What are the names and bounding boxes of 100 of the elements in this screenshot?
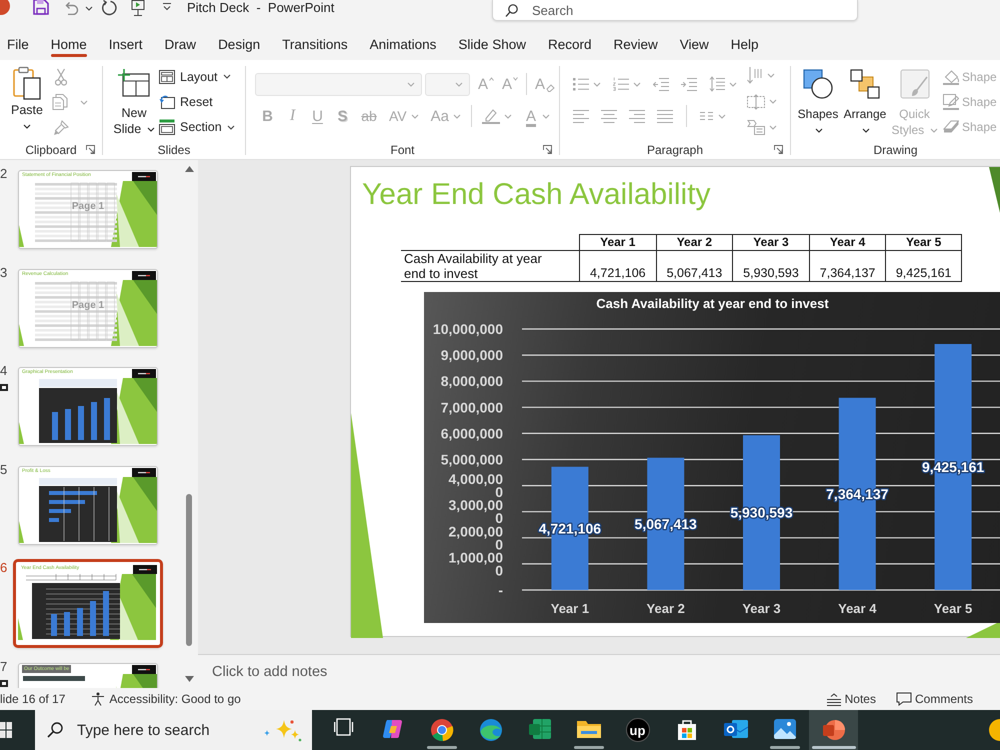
taskbar-app-button[interactable]: up bbox=[613, 710, 662, 750]
screen-play-icon[interactable] bbox=[131, 0, 145, 16]
table-cell: 9,425,161 bbox=[885, 251, 962, 282]
axis-label: - bbox=[498, 582, 503, 598]
arrange-button[interactable]: Arrange bbox=[842, 66, 888, 140]
comments-button[interactable]: Comments bbox=[896, 692, 973, 706]
notes-field[interactable]: Click to add notes bbox=[198, 654, 1000, 688]
new-slide-button[interactable]: New Slide bbox=[113, 66, 155, 140]
slide-counter: lide 16 of 17 bbox=[0, 692, 66, 706]
chevron-down-icon bbox=[769, 124, 777, 130]
align-center-icon bbox=[601, 108, 617, 124]
sun-icon bbox=[988, 719, 1000, 741]
chevron-down-icon bbox=[718, 114, 726, 118]
ribbon-tab[interactable]: Slide Show bbox=[447, 28, 537, 60]
numbering-icon bbox=[613, 77, 629, 91]
chevron-down-icon bbox=[85, 6, 93, 10]
eraser-icon bbox=[546, 84, 556, 92]
paint-bucket-icon bbox=[943, 68, 959, 85]
undo-button[interactable] bbox=[63, 0, 93, 16]
chevron-down-icon bbox=[453, 114, 461, 118]
clipboard-icon bbox=[13, 66, 41, 100]
window-title: Pitch Deck - PowerPoint bbox=[187, 0, 334, 15]
logo-block-icon bbox=[132, 468, 156, 476]
chevron-down-icon bbox=[454, 82, 463, 86]
accessibility-icon bbox=[91, 692, 106, 706]
section-icon bbox=[159, 119, 175, 136]
chevron-down-icon bbox=[930, 128, 938, 133]
scroll-up-icon[interactable] bbox=[184, 166, 194, 172]
text-direction-icon bbox=[747, 66, 763, 85]
ribbon-tab[interactable]: Insert bbox=[98, 28, 154, 60]
dropdown-menu-icon[interactable] bbox=[162, 2, 172, 12]
chevron-down-icon bbox=[593, 82, 601, 86]
axis-label: 5,000,000 bbox=[440, 452, 503, 468]
row-label: Cash Availability at year end to invest bbox=[401, 251, 579, 282]
axis-label: 9,000,000 bbox=[440, 347, 503, 364]
chevron-down-icon bbox=[815, 128, 823, 133]
group-label: Paragraph bbox=[646, 142, 704, 156]
ribbon-tab[interactable]: Draw bbox=[154, 28, 208, 60]
shapes-button[interactable]: Shapes bbox=[796, 66, 840, 140]
caret-down-icon bbox=[513, 77, 518, 81]
slide-number: 4 bbox=[0, 364, 8, 378]
shapes-icon bbox=[803, 68, 833, 98]
group-label: Drawing bbox=[873, 142, 918, 156]
ribbon-tab[interactable]: Design bbox=[207, 28, 272, 60]
decrease-indent-icon bbox=[653, 76, 669, 92]
start-icon[interactable] bbox=[0, 722, 12, 738]
swirl-icon bbox=[382, 718, 404, 740]
ribbon-tab[interactable]: Transitions bbox=[271, 28, 359, 60]
table-cell: 4,721,106 bbox=[579, 251, 656, 282]
ribbon-tab[interactable]: View bbox=[668, 28, 720, 60]
browser-icon bbox=[430, 718, 454, 742]
ribbon-tab[interactable]: Animations bbox=[358, 28, 448, 60]
axis-label: 6,000,000 bbox=[440, 425, 503, 442]
shape-effects-icon bbox=[943, 119, 959, 136]
picture-icon bbox=[772, 718, 796, 740]
ribbon-tab[interactable]: Review bbox=[602, 28, 669, 60]
chevron-down-icon bbox=[769, 99, 777, 104]
ribbon-tab[interactable]: Help bbox=[720, 28, 770, 60]
search-field[interactable]: Search bbox=[492, 0, 858, 21]
repeat-icon[interactable] bbox=[101, 0, 117, 16]
caret-up-icon bbox=[488, 77, 494, 81]
column-header: Year 4 bbox=[808, 234, 886, 251]
column-header: Year 5 bbox=[885, 234, 962, 251]
accessibility-button[interactable]: Accessibility: Good to go bbox=[91, 692, 241, 706]
chevron-down-icon bbox=[80, 100, 88, 104]
search-icon bbox=[47, 722, 63, 738]
notes-button[interactable]: Notes bbox=[826, 692, 876, 706]
copy-icon bbox=[52, 94, 68, 110]
align-right-icon bbox=[629, 108, 645, 124]
chevron-down-icon bbox=[633, 82, 641, 86]
notes-icon bbox=[826, 692, 842, 706]
presentation-app-icon bbox=[822, 718, 846, 742]
arrange-icon bbox=[850, 68, 880, 98]
axis-label: Year 2 bbox=[646, 601, 685, 616]
paste-button[interactable]: Paste bbox=[8, 66, 46, 140]
ribbon-tab[interactable]: Record bbox=[536, 28, 602, 60]
scroll-down-icon[interactable] bbox=[184, 676, 194, 682]
layout-button[interactable]: Layout bbox=[159, 64, 235, 90]
ribbon-tab[interactable]: File bbox=[0, 28, 40, 60]
save-icon[interactable] bbox=[33, 0, 49, 15]
group-label: Slides bbox=[158, 142, 190, 156]
justify-icon bbox=[657, 108, 673, 124]
column-header: Year 2 bbox=[656, 234, 732, 251]
taskbar-search-field[interactable]: Type here to search bbox=[35, 710, 312, 750]
chevron-down-icon bbox=[729, 82, 737, 86]
reset-button[interactable]: Reset bbox=[159, 89, 235, 115]
slide-layout-icon bbox=[159, 70, 175, 84]
ribbon-tab[interactable]: Home bbox=[40, 28, 98, 60]
slide-number: 7 bbox=[0, 660, 8, 674]
mail-icon bbox=[724, 718, 748, 740]
chevron-down-icon bbox=[23, 124, 31, 129]
spreadsheet-icon bbox=[528, 718, 550, 740]
slide-number: 3 bbox=[0, 266, 8, 280]
table-cell: 7,364,137 bbox=[808, 251, 886, 282]
up-logo: up bbox=[626, 718, 650, 742]
scrollbar-thumb[interactable] bbox=[186, 494, 192, 646]
section-button[interactable]: Section bbox=[159, 114, 235, 140]
dialog-launcher-icon[interactable] bbox=[86, 145, 95, 154]
page-overlay-text: Page 1 bbox=[72, 201, 104, 212]
slide-number: 6 bbox=[0, 561, 8, 575]
